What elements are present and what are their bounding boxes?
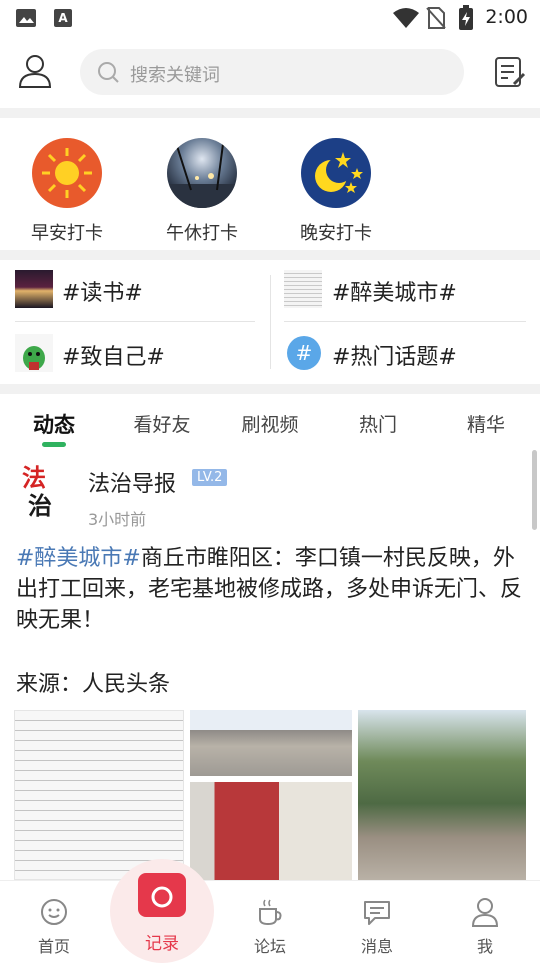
grid-divider-v — [270, 275, 271, 369]
grid-divider-h — [284, 321, 526, 322]
nav-label: 论坛 — [253, 937, 286, 956]
post-images — [14, 710, 526, 880]
nav-record[interactable]: 记录 — [110, 859, 214, 963]
topic-item-reading[interactable]: #读书# — [0, 260, 262, 320]
top-bar: 搜索关键词 — [0, 36, 540, 108]
topic-item-self[interactable]: #致自己# — [0, 324, 262, 384]
post-source: 来源：人民头条 — [16, 672, 171, 697]
wifi-icon — [393, 8, 419, 28]
topic-grid: #读书# #醉美城市# #致自己# # #热门话题# — [0, 260, 540, 384]
nav-home[interactable]: 首页 — [19, 897, 89, 957]
camera-icon — [138, 873, 186, 917]
topic-item-hot[interactable]: # #热门话题# — [274, 324, 540, 384]
post-header: 法 治 法治导报 LV.2 3小时前 — [0, 450, 540, 540]
topic-label: #醉美城市# — [332, 281, 457, 306]
checkin-noon[interactable]: 午休打卡 — [142, 118, 262, 248]
nav-label: 首页 — [37, 937, 70, 956]
topic-label: #读书# — [62, 281, 143, 306]
tab-featured[interactable]: 精华 — [441, 410, 531, 437]
checkin-morning[interactable]: 早安打卡 — [7, 118, 127, 248]
bottom-nav: 首页 记录 论坛 消息 我 — [0, 859, 540, 963]
post-time: 3小时前 — [88, 510, 147, 529]
nav-me[interactable]: 我 — [450, 897, 520, 957]
nav-label: 消息 — [360, 937, 393, 956]
clock: 2:00 — [485, 6, 528, 28]
nav-messages[interactable]: 消息 — [342, 897, 412, 957]
post-hashtag[interactable]: #醉美城市# — [16, 546, 141, 571]
nav-label: 我 — [476, 937, 493, 956]
hashtag-icon: # — [287, 336, 321, 370]
search-icon — [98, 62, 119, 83]
no-sim-icon — [426, 7, 446, 29]
section-divider — [0, 108, 540, 118]
nav-label: 记录 — [145, 934, 179, 954]
coffee-cup-icon — [259, 899, 282, 926]
profile-icon[interactable] — [18, 54, 52, 88]
tab-hot[interactable]: 热门 — [333, 410, 423, 437]
smile-chat-icon — [41, 899, 67, 925]
post-image[interactable] — [190, 782, 352, 880]
author-avatar[interactable]: 法 治 — [20, 460, 64, 520]
grid-divider-h — [15, 321, 255, 322]
tab-videos[interactable]: 刷视频 — [225, 410, 315, 437]
svg-text:治: 治 — [28, 492, 52, 518]
user-icon — [471, 898, 499, 927]
moon-stars-icon — [301, 138, 371, 208]
post-image[interactable] — [190, 710, 352, 776]
topic-thumbnail — [284, 270, 322, 308]
svg-text:法: 法 — [22, 464, 46, 492]
tab-dynamic[interactable]: 动态 — [9, 409, 99, 439]
post-image[interactable] — [14, 710, 184, 880]
night-street-icon — [167, 138, 237, 208]
author-name[interactable]: 法治导报 — [88, 466, 176, 498]
gallery-icon — [16, 9, 36, 27]
search-placeholder: 搜索关键词 — [130, 65, 220, 86]
feed-tabs: 动态 看好友 刷视频 热门 精华 — [0, 394, 540, 450]
edit-note-icon[interactable] — [494, 56, 526, 88]
section-divider — [0, 384, 540, 394]
font-app-icon: A — [54, 9, 72, 27]
topic-thumbnail — [15, 270, 53, 308]
message-icon — [364, 901, 390, 925]
section-divider — [0, 250, 540, 260]
checkin-label: 晚安打卡 — [300, 223, 372, 244]
post-body[interactable]: #醉美城市#商丘市睢阳区：李口镇一村民反映，外出打工回来，老宅基地被修成路，多处… — [16, 543, 526, 636]
search-bar[interactable]: 搜索关键词 — [80, 49, 464, 95]
sun-icon — [32, 138, 102, 208]
topic-thumbnail — [15, 334, 53, 372]
checkin-label: 午休打卡 — [166, 223, 238, 244]
battery-charging-icon — [459, 5, 473, 30]
topic-label: #热门话题# — [332, 345, 457, 370]
checkin-row: 早安打卡 午休打卡 晚安打卡 — [0, 118, 540, 250]
checkin-night[interactable]: 晚安打卡 — [276, 118, 396, 248]
topic-item-city[interactable]: #醉美城市# — [274, 260, 540, 320]
active-tab-indicator — [42, 442, 66, 447]
topic-label: #致自己# — [62, 345, 165, 370]
tab-friends[interactable]: 看好友 — [117, 410, 207, 437]
level-badge: LV.2 — [192, 469, 228, 486]
post-image[interactable] — [358, 710, 526, 880]
status-bar: A 2:00 — [0, 0, 540, 36]
nav-forum[interactable]: 论坛 — [235, 897, 305, 957]
checkin-label: 早安打卡 — [31, 223, 103, 244]
